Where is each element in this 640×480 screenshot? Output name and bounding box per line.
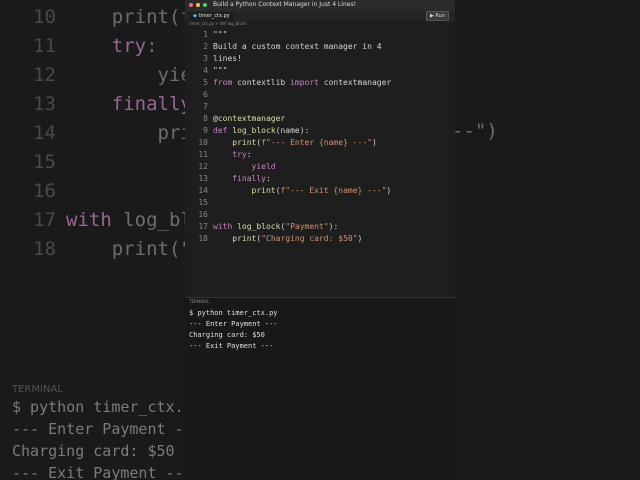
code-line-4[interactable]: 4 """ bbox=[185, 65, 227, 77]
line-number: 4 bbox=[203, 66, 208, 75]
code-text: lines! bbox=[213, 54, 242, 63]
terminal-panel[interactable]: $ python timer_ctx.py --- Enter Payment -… bbox=[185, 297, 455, 480]
line-number: 3 bbox=[203, 54, 208, 63]
code-line-8[interactable]: 8 @contextmanager bbox=[185, 113, 285, 125]
code-text: """ bbox=[213, 66, 228, 75]
line-number: 16 bbox=[198, 210, 208, 219]
code-line-11[interactable]: 11 try: bbox=[185, 149, 252, 161]
editor-window: Build a Python Context Manager in Just 4… bbox=[185, 0, 455, 480]
code-line-12[interactable]: 12 yield bbox=[185, 161, 276, 173]
code-text: print("Charging card: $50") bbox=[232, 234, 363, 243]
code-line-15[interactable]: 15 bbox=[185, 197, 213, 209]
code-line-6[interactable]: 6 bbox=[185, 89, 213, 101]
code-text: def log_block(name): bbox=[213, 126, 310, 135]
run-button[interactable]: ▶ Run bbox=[425, 11, 449, 21]
code-line-16[interactable]: 16 bbox=[185, 209, 213, 221]
code-text: finally: bbox=[232, 174, 271, 183]
python-file-icon: ◆ bbox=[193, 13, 197, 19]
minimize-dot-icon[interactable] bbox=[196, 3, 200, 7]
line-number: 10 bbox=[198, 138, 208, 147]
code-text: Build a custom context manager in 4 bbox=[213, 42, 382, 51]
maximize-dot-icon[interactable] bbox=[203, 3, 207, 7]
terminal-label: TERMINAL bbox=[189, 299, 210, 304]
code-text: from contextlib import contextmanager bbox=[213, 78, 392, 87]
code-text: print(f"--- Enter {name} ---") bbox=[232, 138, 377, 147]
code-text: try: bbox=[232, 150, 252, 159]
window-title: Build a Python Context Manager in Just 4… bbox=[213, 1, 356, 8]
code-line-10[interactable]: 10 print(f"--- Enter {name} ---") bbox=[185, 137, 377, 149]
code-text: print(f"--- Exit {name} ---") bbox=[251, 186, 392, 195]
line-number: 5 bbox=[203, 78, 208, 87]
close-dot-icon[interactable] bbox=[189, 3, 193, 7]
tab-bar: ◆ timer_ctx.py bbox=[185, 11, 455, 21]
terminal-line: --- Enter Payment --- bbox=[189, 320, 278, 328]
code-line-9[interactable]: 9 def log_block(name): bbox=[185, 125, 309, 137]
code-line-13[interactable]: 13 finally: bbox=[185, 173, 271, 185]
code-text: """ bbox=[213, 30, 228, 39]
tab-label: timer_ctx.py bbox=[198, 13, 230, 19]
code-line-5[interactable]: 5 from contextlib import contextmanager bbox=[185, 77, 391, 89]
code-line-2[interactable]: 2 Build a custom context manager in 4 bbox=[185, 41, 382, 53]
line-number: 6 bbox=[203, 90, 208, 99]
code-line-1[interactable]: 1 """ bbox=[185, 29, 227, 41]
code-text: @contextmanager bbox=[213, 114, 286, 123]
window-controls bbox=[189, 3, 207, 7]
run-label: Run bbox=[435, 13, 445, 19]
line-number: 2 bbox=[203, 42, 208, 51]
breadcrumb: timer_ctx.py > def log_block bbox=[189, 21, 247, 26]
line-number: 18 bbox=[198, 234, 208, 243]
terminal-line: --- Exit Payment --- bbox=[189, 342, 274, 350]
code-line-17[interactable]: 17 with log_block("Payment"): bbox=[185, 221, 338, 233]
line-number: 11 bbox=[198, 150, 208, 159]
line-number: 13 bbox=[198, 174, 208, 183]
code-text: yield bbox=[251, 162, 276, 171]
title-bar: Build a Python Context Manager in Just 4… bbox=[185, 0, 455, 11]
terminal-line: Charging card: $50 bbox=[189, 331, 265, 339]
code-line-18[interactable]: 18 print("Charging card: $50") bbox=[185, 233, 362, 245]
code-line-14[interactable]: 14 print(f"--- Exit {name} ---") bbox=[185, 185, 391, 197]
code-text: with log_block("Payment"): bbox=[213, 222, 339, 231]
play-icon: ▶ bbox=[429, 13, 434, 19]
line-number: 12 bbox=[198, 162, 208, 171]
line-number: 9 bbox=[203, 126, 208, 135]
line-number: 14 bbox=[198, 186, 208, 195]
code-line-3[interactable]: 3 lines! bbox=[185, 53, 242, 65]
code-line-7[interactable]: 7 bbox=[185, 101, 213, 113]
line-number: 8 bbox=[203, 114, 208, 123]
tab-timer-ctx[interactable]: ◆ timer_ctx.py bbox=[189, 12, 234, 21]
line-number: 17 bbox=[198, 222, 208, 231]
line-number: 1 bbox=[203, 30, 208, 39]
line-number: 7 bbox=[203, 102, 208, 111]
terminal-line: $ python timer_ctx.py bbox=[189, 309, 278, 317]
line-number: 15 bbox=[198, 198, 208, 207]
